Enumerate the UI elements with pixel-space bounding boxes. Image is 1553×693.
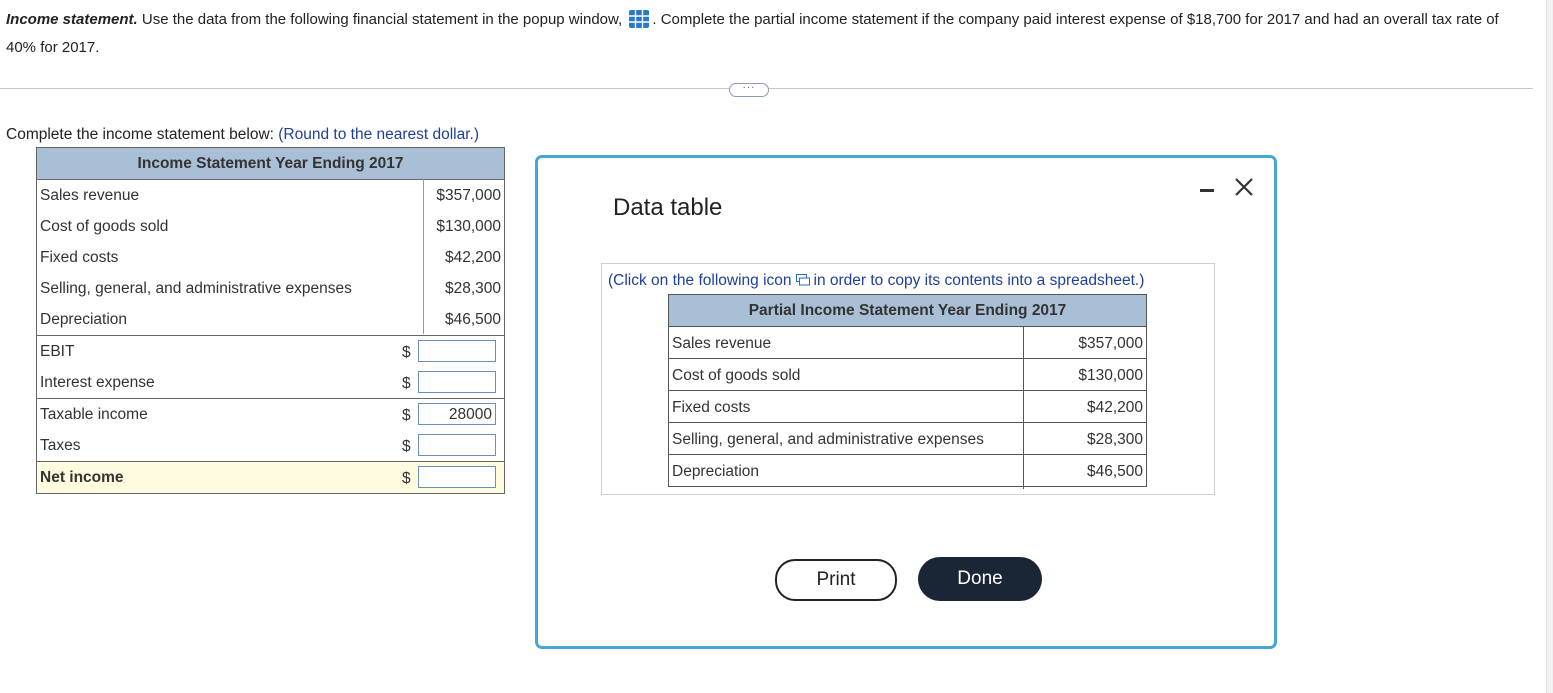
table-row: Fixed costs $42,200: [37, 242, 504, 273]
interest-expense-input[interactable]: [418, 371, 496, 393]
table-row: Selling, general, and administrative exp…: [669, 422, 1146, 454]
currency-sign: $: [402, 407, 411, 424]
row-value: $130,000: [1078, 367, 1143, 384]
row-label: EBIT: [40, 343, 75, 360]
popup-title: Data table: [613, 194, 723, 221]
row-value: $28,300: [444, 280, 501, 297]
row-label: Taxes: [40, 437, 81, 454]
currency-sign: $: [402, 344, 411, 361]
row-value: $130,000: [436, 218, 501, 235]
copy-note-before: (Click on the following icon: [608, 272, 792, 289]
row-label: Taxable income: [40, 406, 148, 423]
ebit-row: EBIT $: [37, 335, 504, 367]
table-row: Sales revenue $357,000: [37, 180, 504, 211]
row-label: Depreciation: [672, 463, 760, 480]
row-label: Sales revenue: [40, 187, 140, 204]
table-row: Selling, general, and administrative exp…: [37, 273, 504, 304]
taxes-row: Taxes $: [37, 430, 504, 461]
done-button[interactable]: Done: [918, 557, 1042, 601]
table-row: Cost of goods sold $130,000: [669, 358, 1146, 390]
instruction-text: Complete the income statement below:: [6, 126, 274, 143]
income-statement-table: Income Statement Year Ending 2017 Sales …: [36, 147, 505, 494]
taxable-income-input[interactable]: 28000: [418, 403, 496, 425]
row-label: Interest expense: [40, 374, 155, 391]
row-label: Cost of goods sold: [672, 367, 801, 384]
scrollbar[interactable]: [1546, 0, 1553, 693]
row-label: Net income: [40, 469, 124, 486]
instruction-hint: (Round to the nearest dollar.): [278, 126, 480, 143]
row-label: Sales revenue: [672, 335, 772, 352]
currency-sign: $: [402, 375, 411, 392]
data-table-icon[interactable]: [628, 9, 650, 29]
copy-icon[interactable]: [795, 274, 810, 286]
instruction: Complete the income statement below: (Ro…: [6, 126, 479, 144]
row-label: Selling, general, and administrative exp…: [672, 431, 984, 448]
table-row: Fixed costs $42,200: [669, 390, 1146, 422]
partial-income-table: Partial Income Statement Year Ending 201…: [668, 294, 1147, 489]
row-label: Depreciation: [40, 311, 128, 328]
currency-sign: $: [402, 438, 411, 455]
copy-note: (Click on the following icon in order to…: [608, 272, 1144, 290]
table-row: Sales revenue $357,000: [669, 327, 1146, 358]
table-row: Cost of goods sold $130,000: [37, 211, 504, 242]
print-button[interactable]: Print: [775, 559, 897, 601]
more-button[interactable]: ···: [729, 83, 769, 97]
row-value: $357,000: [1078, 335, 1143, 352]
row-label: Fixed costs: [672, 399, 751, 416]
row-label: Fixed costs: [40, 249, 119, 266]
taxable-income-row: Taxable income $ 28000: [37, 398, 504, 430]
table-row: Depreciation $46,500: [37, 304, 504, 335]
close-icon[interactable]: [1233, 176, 1255, 198]
ebit-input[interactable]: [418, 340, 496, 362]
minimize-icon[interactable]: [1199, 178, 1215, 194]
row-value: $28,300: [1086, 431, 1143, 448]
row-value: $46,500: [1086, 463, 1143, 480]
income-statement-title: Income Statement Year Ending 2017: [37, 148, 504, 180]
interest-expense-row: Interest expense $: [37, 367, 504, 398]
row-value: $42,200: [444, 249, 501, 266]
net-income-row: Net income $: [37, 461, 504, 493]
question-part1: Use the data from the following financia…: [141, 11, 623, 28]
row-value: $42,200: [1086, 399, 1143, 416]
taxes-input[interactable]: [418, 434, 496, 456]
question-text: Income statement. Use the data from the …: [6, 6, 1516, 62]
net-income-input[interactable]: [418, 466, 496, 488]
table-row: Depreciation $46,500: [669, 454, 1146, 486]
partial-table-title: Partial Income Statement Year Ending 201…: [669, 295, 1146, 327]
row-label: Cost of goods sold: [40, 218, 169, 235]
row-value: $46,500: [444, 311, 501, 328]
question-lead: Income statement.: [6, 11, 138, 28]
copy-note-after: in order to copy its contents into a spr…: [813, 272, 1145, 289]
row-value: $357,000: [436, 187, 501, 204]
currency-sign: $: [402, 470, 411, 487]
row-label: Selling, general, and administrative exp…: [40, 280, 352, 297]
